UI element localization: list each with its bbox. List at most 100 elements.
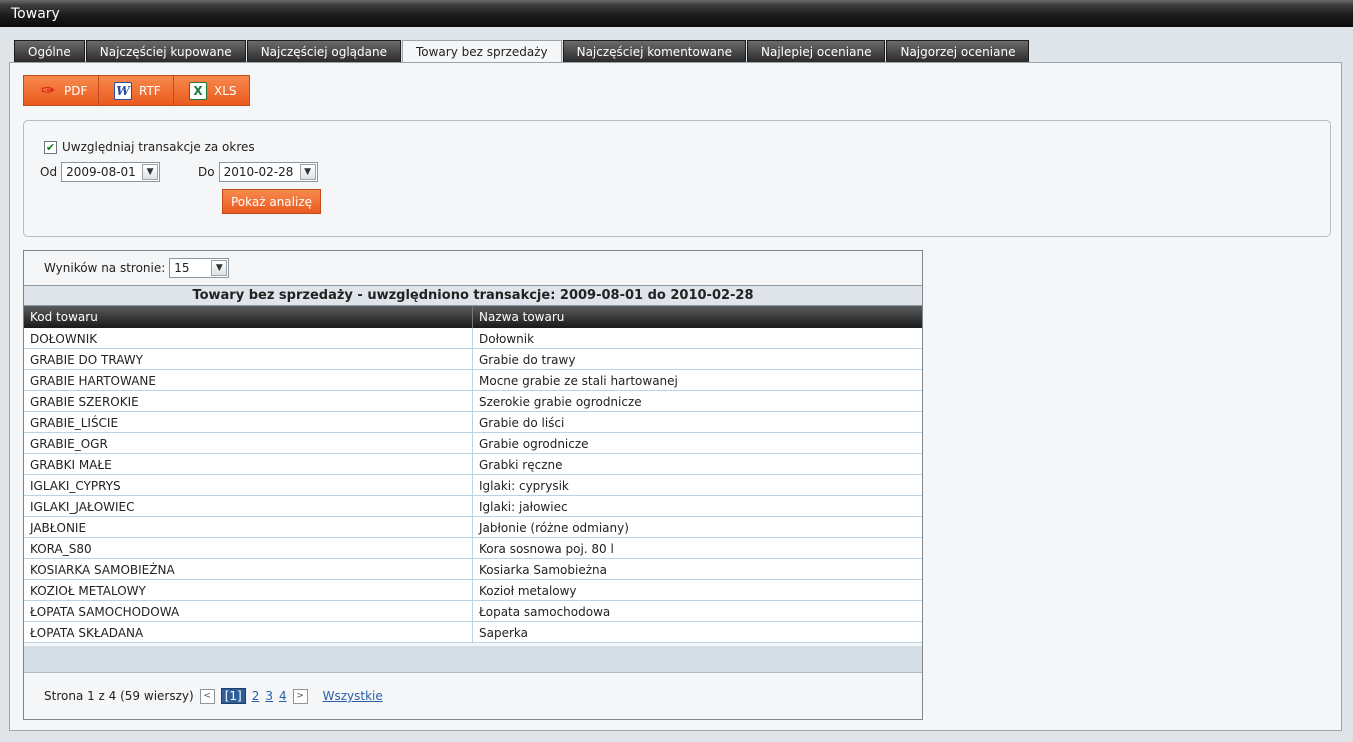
- table-row[interactable]: ŁOPATA SAMOCHODOWA Łopata samochodowa: [24, 601, 922, 622]
- from-date-label: Od: [40, 165, 58, 179]
- cell-code: ŁOPATA SKŁADANA: [24, 622, 473, 642]
- cell-name: Kosiarka Samobieżna: [479, 563, 607, 577]
- pdf-icon: ✑: [40, 80, 56, 101]
- cell-name: Saperka: [479, 626, 528, 640]
- cell-name: Grabie ogrodnicze: [479, 437, 589, 451]
- table-row[interactable]: GRABKI MAŁE Grabki ręczne: [24, 454, 922, 475]
- table-title: Towary bez sprzedaży - uwzględniono tran…: [24, 285, 922, 306]
- tab-best-rated[interactable]: Najlepiej oceniane: [747, 40, 886, 62]
- window-title-bar: Towary: [0, 0, 1353, 27]
- column-header-name[interactable]: Nazwa towaru: [473, 306, 570, 328]
- table-row[interactable]: KOSIARKA SAMOBIEŻNA Kosiarka Samobieżna: [24, 559, 922, 580]
- cell-code: GRABIE DO TRAWY: [24, 349, 473, 369]
- next-page-button[interactable]: >: [292, 688, 308, 704]
- cell-code: GRABIE HARTOWANE: [24, 370, 473, 390]
- table-row[interactable]: GRABIE_LIŚCIE Grabie do liści: [24, 412, 922, 433]
- cell-name: Grabie do liści: [479, 416, 565, 430]
- to-date-select[interactable]: 2010-02-28 ▼: [218, 162, 318, 182]
- cell-code: KORA_S80: [24, 538, 473, 558]
- table-row[interactable]: KORA_S80 Kora sosnowa poj. 80 l: [24, 538, 922, 559]
- to-date-row: Do 2010-02-28 ▼: [198, 162, 318, 182]
- cell-name: Iglaki: jałowiec: [479, 500, 568, 514]
- excel-icon: X: [189, 81, 207, 100]
- period-checkbox-label: Uwzględniaj transakcje za okres: [62, 140, 255, 154]
- cell-code: ŁOPATA SAMOCHODOWA: [24, 601, 473, 621]
- pager: Strona 1 z 4 (59 wierszy) < [1] 2 3 4 > …: [44, 688, 383, 704]
- cell-name: Grabki ręczne: [479, 458, 563, 472]
- chevron-down-icon[interactable]: ▼: [142, 164, 159, 180]
- export-pdf-button[interactable]: ✑ PDF: [24, 76, 99, 105]
- cell-code: KOSIARKA SAMOBIEŻNA: [24, 559, 473, 579]
- page-link-4[interactable]: 4: [279, 689, 287, 703]
- cell-code: GRABIE_LIŚCIE: [24, 412, 473, 432]
- per-page-select[interactable]: 15 ▼: [169, 258, 230, 278]
- table-header: Kod towaru Nazwa towaru: [24, 306, 922, 328]
- to-date-value: 2010-02-28: [223, 165, 294, 179]
- period-checkbox[interactable]: ✔: [44, 140, 57, 154]
- show-analysis-button[interactable]: Pokaż analizę: [222, 189, 321, 214]
- prev-page-button[interactable]: <: [199, 688, 215, 704]
- cell-code: IGLAKI_CYPRYS: [24, 475, 473, 495]
- table-row[interactable]: GRABIE DO TRAWY Grabie do trawy: [24, 349, 922, 370]
- table-row[interactable]: KOZIOŁ METALOWY Kozioł metalowy: [24, 580, 922, 601]
- date-filter-box: ✔ Uwzględniaj transakcje za okres Od 200…: [23, 120, 1331, 237]
- tab-general[interactable]: Ogólne: [14, 40, 85, 62]
- per-page-label: Wyników na stronie:: [44, 261, 166, 275]
- cell-code: JABŁONIE: [24, 517, 473, 537]
- cell-code: KOZIOŁ METALOWY: [24, 580, 473, 600]
- cell-name: Kora sosnowa poj. 80 l: [479, 542, 614, 556]
- cell-code: GRABIE_OGR: [24, 433, 473, 453]
- cell-code: GRABIE SZEROKIE: [24, 391, 473, 411]
- cell-name: Jabłonie (różne odmiany): [479, 521, 629, 535]
- table-body: DOŁOWNIK Dołownik GRABIE DO TRAWY Grabie d…: [24, 328, 922, 643]
- page-link-2[interactable]: 2: [252, 689, 260, 703]
- export-toolbar: ✑ PDF W RTF X XLS: [23, 75, 250, 106]
- tab-most-viewed[interactable]: Najczęściej oglądane: [246, 40, 401, 62]
- export-pdf-label: PDF: [64, 83, 88, 98]
- show-all-link[interactable]: Wszystkie: [323, 689, 383, 703]
- from-date-value: 2009-08-01: [66, 165, 136, 179]
- period-checkbox-row: ✔ Uwzględniaj transakcje za okres: [44, 140, 255, 154]
- to-date-label: Do: [198, 165, 215, 179]
- export-rtf-button[interactable]: W RTF: [99, 76, 174, 105]
- chevron-down-icon[interactable]: ▼: [299, 164, 316, 180]
- from-date-select[interactable]: 2009-08-01 ▼: [61, 162, 161, 182]
- tab-panel: ✑ PDF W RTF X XLS ✔ Uwzględniaj transakc…: [9, 62, 1342, 731]
- tab-no-sales[interactable]: Towary bez sprzedaży: [401, 40, 562, 64]
- cell-code: IGLAKI_JAŁOWIEC: [24, 496, 473, 516]
- table-row[interactable]: JABŁONIE Jabłonie (różne odmiany): [24, 517, 922, 538]
- table-footer-band: [24, 646, 922, 673]
- export-rtf-label: RTF: [139, 83, 161, 98]
- cell-name: Mocne grabie ze stali hartowanej: [479, 374, 678, 388]
- window-title: Towary: [11, 6, 60, 22]
- cell-code: GRABKI MAŁE: [24, 454, 473, 474]
- table-row[interactable]: ŁOPATA SKŁADANA Saperka: [24, 622, 922, 643]
- per-page-row: Wyników na stronie: 15 ▼: [44, 258, 230, 278]
- tab-most-commented[interactable]: Najczęściej komentowane: [562, 40, 746, 62]
- pager-summary: Strona 1 z 4 (59 wierszy): [44, 689, 194, 703]
- cell-name: Grabie do trawy: [479, 353, 576, 367]
- table-row[interactable]: GRABIE SZEROKIE Szerokie grabie ogrodnicz…: [24, 391, 922, 412]
- per-page-value: 15: [174, 261, 190, 275]
- cell-name: Kozioł metalowy: [479, 584, 577, 598]
- cell-name: Łopata samochodowa: [479, 605, 611, 619]
- export-xls-button[interactable]: X XLS: [174, 76, 249, 105]
- from-date-row: Od 2009-08-01 ▼: [40, 162, 161, 182]
- word-icon: W: [114, 81, 132, 100]
- chevron-down-icon[interactable]: ▼: [211, 260, 228, 276]
- table-row[interactable]: IGLAKI_CYPRYS Iglaki: cyprysik: [24, 475, 922, 496]
- tab-most-bought[interactable]: Najczęściej kupowane: [85, 40, 246, 62]
- table-row[interactable]: GRABIE_OGR Grabie ogrodnicze: [24, 433, 922, 454]
- tab-worst-rated[interactable]: Najgorzej oceniane: [886, 40, 1030, 62]
- table-row[interactable]: IGLAKI_JAŁOWIEC Iglaki: jałowiec: [24, 496, 922, 517]
- tab-bar: Ogólne Najczęściej kupowane Najczęściej …: [14, 40, 1030, 64]
- results-grid: Wyników na stronie: 15 ▼ Towary bez sprz…: [23, 250, 923, 720]
- cell-code: DOŁOWNIK: [24, 328, 473, 348]
- table-row[interactable]: DOŁOWNIK Dołownik: [24, 328, 922, 349]
- export-xls-label: XLS: [214, 83, 237, 98]
- table-row[interactable]: GRABIE HARTOWANE Mocne grabie ze stali ha…: [24, 370, 922, 391]
- column-header-code[interactable]: Kod towaru: [24, 306, 473, 328]
- current-page: [1]: [220, 688, 246, 704]
- cell-name: Szerokie grabie ogrodnicze: [479, 395, 642, 409]
- page-link-3[interactable]: 3: [265, 689, 273, 703]
